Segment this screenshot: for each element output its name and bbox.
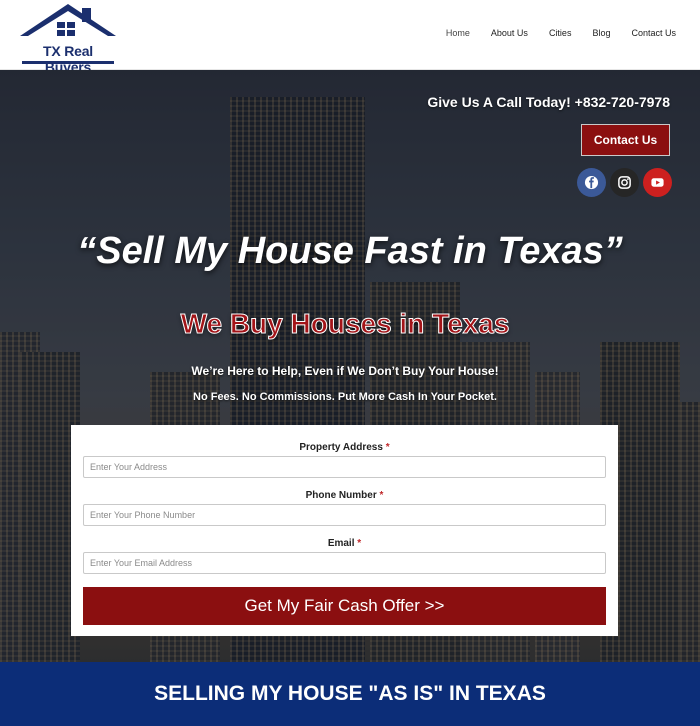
hero-tagline-secondary: No Fees. No Commissions. Put More Cash I… [193,391,497,403]
social-links [577,168,672,197]
section-banner: SELLING MY HOUSE "AS IS" IN TEXAS [0,662,700,726]
required-mark: * [385,442,390,453]
facebook-icon[interactable] [577,168,606,197]
required-mark: * [357,538,362,549]
hero-tagline-primary: We’re Here to Help, Even if We Don’t Buy… [191,364,499,378]
main-nav: Home About Us Cities Blog Contact Us [425,28,676,38]
nav-blog[interactable]: Blog [592,28,610,38]
hero-headline: “Sell My House Fast in Texas” [77,230,623,272]
phone-number-label: Phone Number * [71,490,618,501]
call-text[interactable]: Give Us A Call Today! +832-720-7978 [427,94,670,110]
nav-cities[interactable]: Cities [549,28,572,38]
nav-about-us[interactable]: About Us [491,28,528,38]
email-label: Email * [71,538,618,549]
property-address-label-text: Property Address [299,442,383,453]
phone-number-label-text: Phone Number [305,490,377,501]
hero-subheadline: We Buy Houses in Texas [180,308,510,340]
contact-us-button[interactable]: Contact Us [581,124,670,156]
property-address-input[interactable] [83,456,606,478]
hero-section: Give Us A Call Today! +832-720-7978 Cont… [0,70,700,662]
youtube-icon[interactable] [643,168,672,197]
nav-contact-us[interactable]: Contact Us [631,28,676,38]
property-address-label: Property Address * [71,442,618,453]
nav-home[interactable]: Home [446,28,470,38]
cash-offer-form: Property Address * Phone Number * Email … [71,425,618,636]
email-label-text: Email [327,538,355,549]
phone-number-input[interactable] [83,504,606,526]
required-mark: * [379,490,384,501]
section-banner-title: SELLING MY HOUSE "AS IS" IN TEXAS [154,682,546,705]
get-cash-offer-button[interactable]: Get My Fair Cash Offer >> [83,587,606,625]
instagram-icon[interactable] [610,168,639,197]
logo-underline [22,61,114,64]
site-header: TX Real Buyers Home About Us Cities Blog… [0,0,700,75]
house-logo-icon [20,4,116,36]
email-input[interactable] [83,552,606,574]
brand-logo[interactable]: TX Real Buyers [20,4,116,75]
